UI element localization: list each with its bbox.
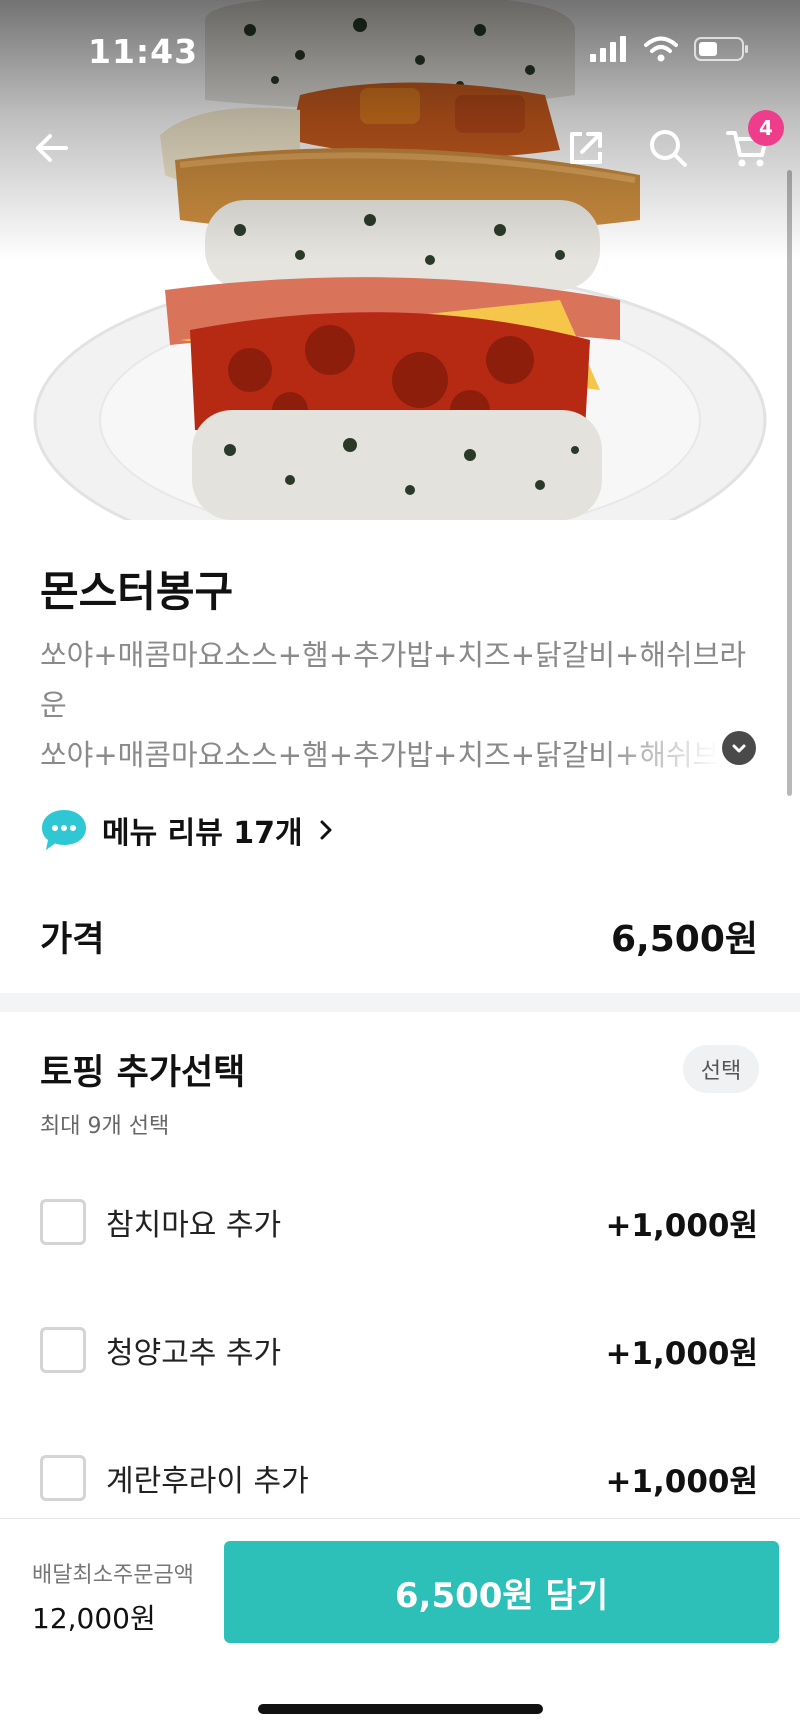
- topping-option-price: +1,000원: [605, 1463, 758, 1500]
- topping-limit-text: 최대 9개 선택: [40, 1114, 170, 1139]
- home-indicator[interactable]: [258, 1704, 543, 1714]
- add-to-cart-button[interactable]: 6,500원 담기: [224, 1541, 779, 1643]
- battery-icon: [694, 36, 750, 66]
- menu-title: 몬스터봉구: [40, 567, 234, 616]
- description-line: 쏘야+매콤마요소스+햄+추가밥+치즈+닭갈비+해쉬브라운: [40, 738, 720, 772]
- status-bar: 11:43: [0, 0, 800, 104]
- topping-section-title: 토핑 추가선택: [40, 1053, 246, 1093]
- topping-checkbox[interactable]: [40, 1327, 86, 1373]
- cellular-signal-icon: [590, 36, 628, 66]
- topping-option[interactable]: 계란후라이 추가 +1,000원: [40, 1448, 758, 1508]
- chevron-down-icon: [732, 744, 746, 753]
- search-icon: [650, 130, 687, 167]
- menu-description: 쏘야+매콤마요소스+햄+추가밥+치즈+닭갈비+해쉬브라 운 쏘야+매콤마요소스+…: [40, 630, 760, 780]
- topping-option-label: 계란후라이 추가: [106, 1464, 309, 1499]
- description-line: 운: [40, 688, 67, 722]
- topping-option[interactable]: 청양고추 추가 +1,000원: [40, 1320, 758, 1380]
- share-button[interactable]: [558, 120, 614, 176]
- topping-option-label: 참치마요 추가: [106, 1208, 282, 1243]
- status-time: 11:43: [88, 32, 199, 71]
- optional-badge: 선택: [683, 1045, 759, 1093]
- status-icons: [590, 36, 750, 66]
- description-line: 쏘야+매콤마요소스+햄+추가밥+치즈+닭갈비+해쉬브라: [40, 638, 747, 672]
- search-button[interactable]: [640, 120, 696, 176]
- section-divider: [0, 993, 800, 1012]
- topping-checkbox[interactable]: [40, 1199, 86, 1245]
- min-order-value: 12,000원: [32, 1602, 156, 1635]
- topping-option-price: +1,000원: [605, 1335, 758, 1372]
- cart-count-badge: 4: [748, 110, 784, 146]
- scrollbar[interactable]: [787, 170, 792, 796]
- price-value: 6,500원: [611, 919, 758, 960]
- review-count-label: 메뉴 리뷰 17개: [102, 816, 303, 851]
- topping-option[interactable]: 참치마요 추가 +1,000원: [40, 1192, 758, 1252]
- topping-option-label: 청양고추 추가: [106, 1336, 282, 1371]
- menu-review-link[interactable]: 메뉴 리뷰 17개: [40, 808, 335, 852]
- min-order-label: 배달최소주문금액: [32, 1563, 194, 1588]
- topping-checkbox[interactable]: [40, 1455, 86, 1501]
- price-row: 가격 6,500원: [40, 910, 758, 962]
- back-button[interactable]: [24, 120, 80, 176]
- wifi-icon: [644, 36, 678, 66]
- expand-description-button[interactable]: [722, 731, 756, 765]
- share-icon: [570, 132, 602, 164]
- back-arrow-icon: [36, 134, 68, 162]
- chat-bubble-icon: [42, 810, 86, 850]
- price-label: 가격: [40, 919, 105, 960]
- topping-option-price: +1,000원: [605, 1207, 758, 1244]
- bottom-order-bar: 배달최소주문금액 12,000원 6,500원 담기: [0, 1518, 800, 1732]
- chevron-right-icon: [320, 820, 332, 840]
